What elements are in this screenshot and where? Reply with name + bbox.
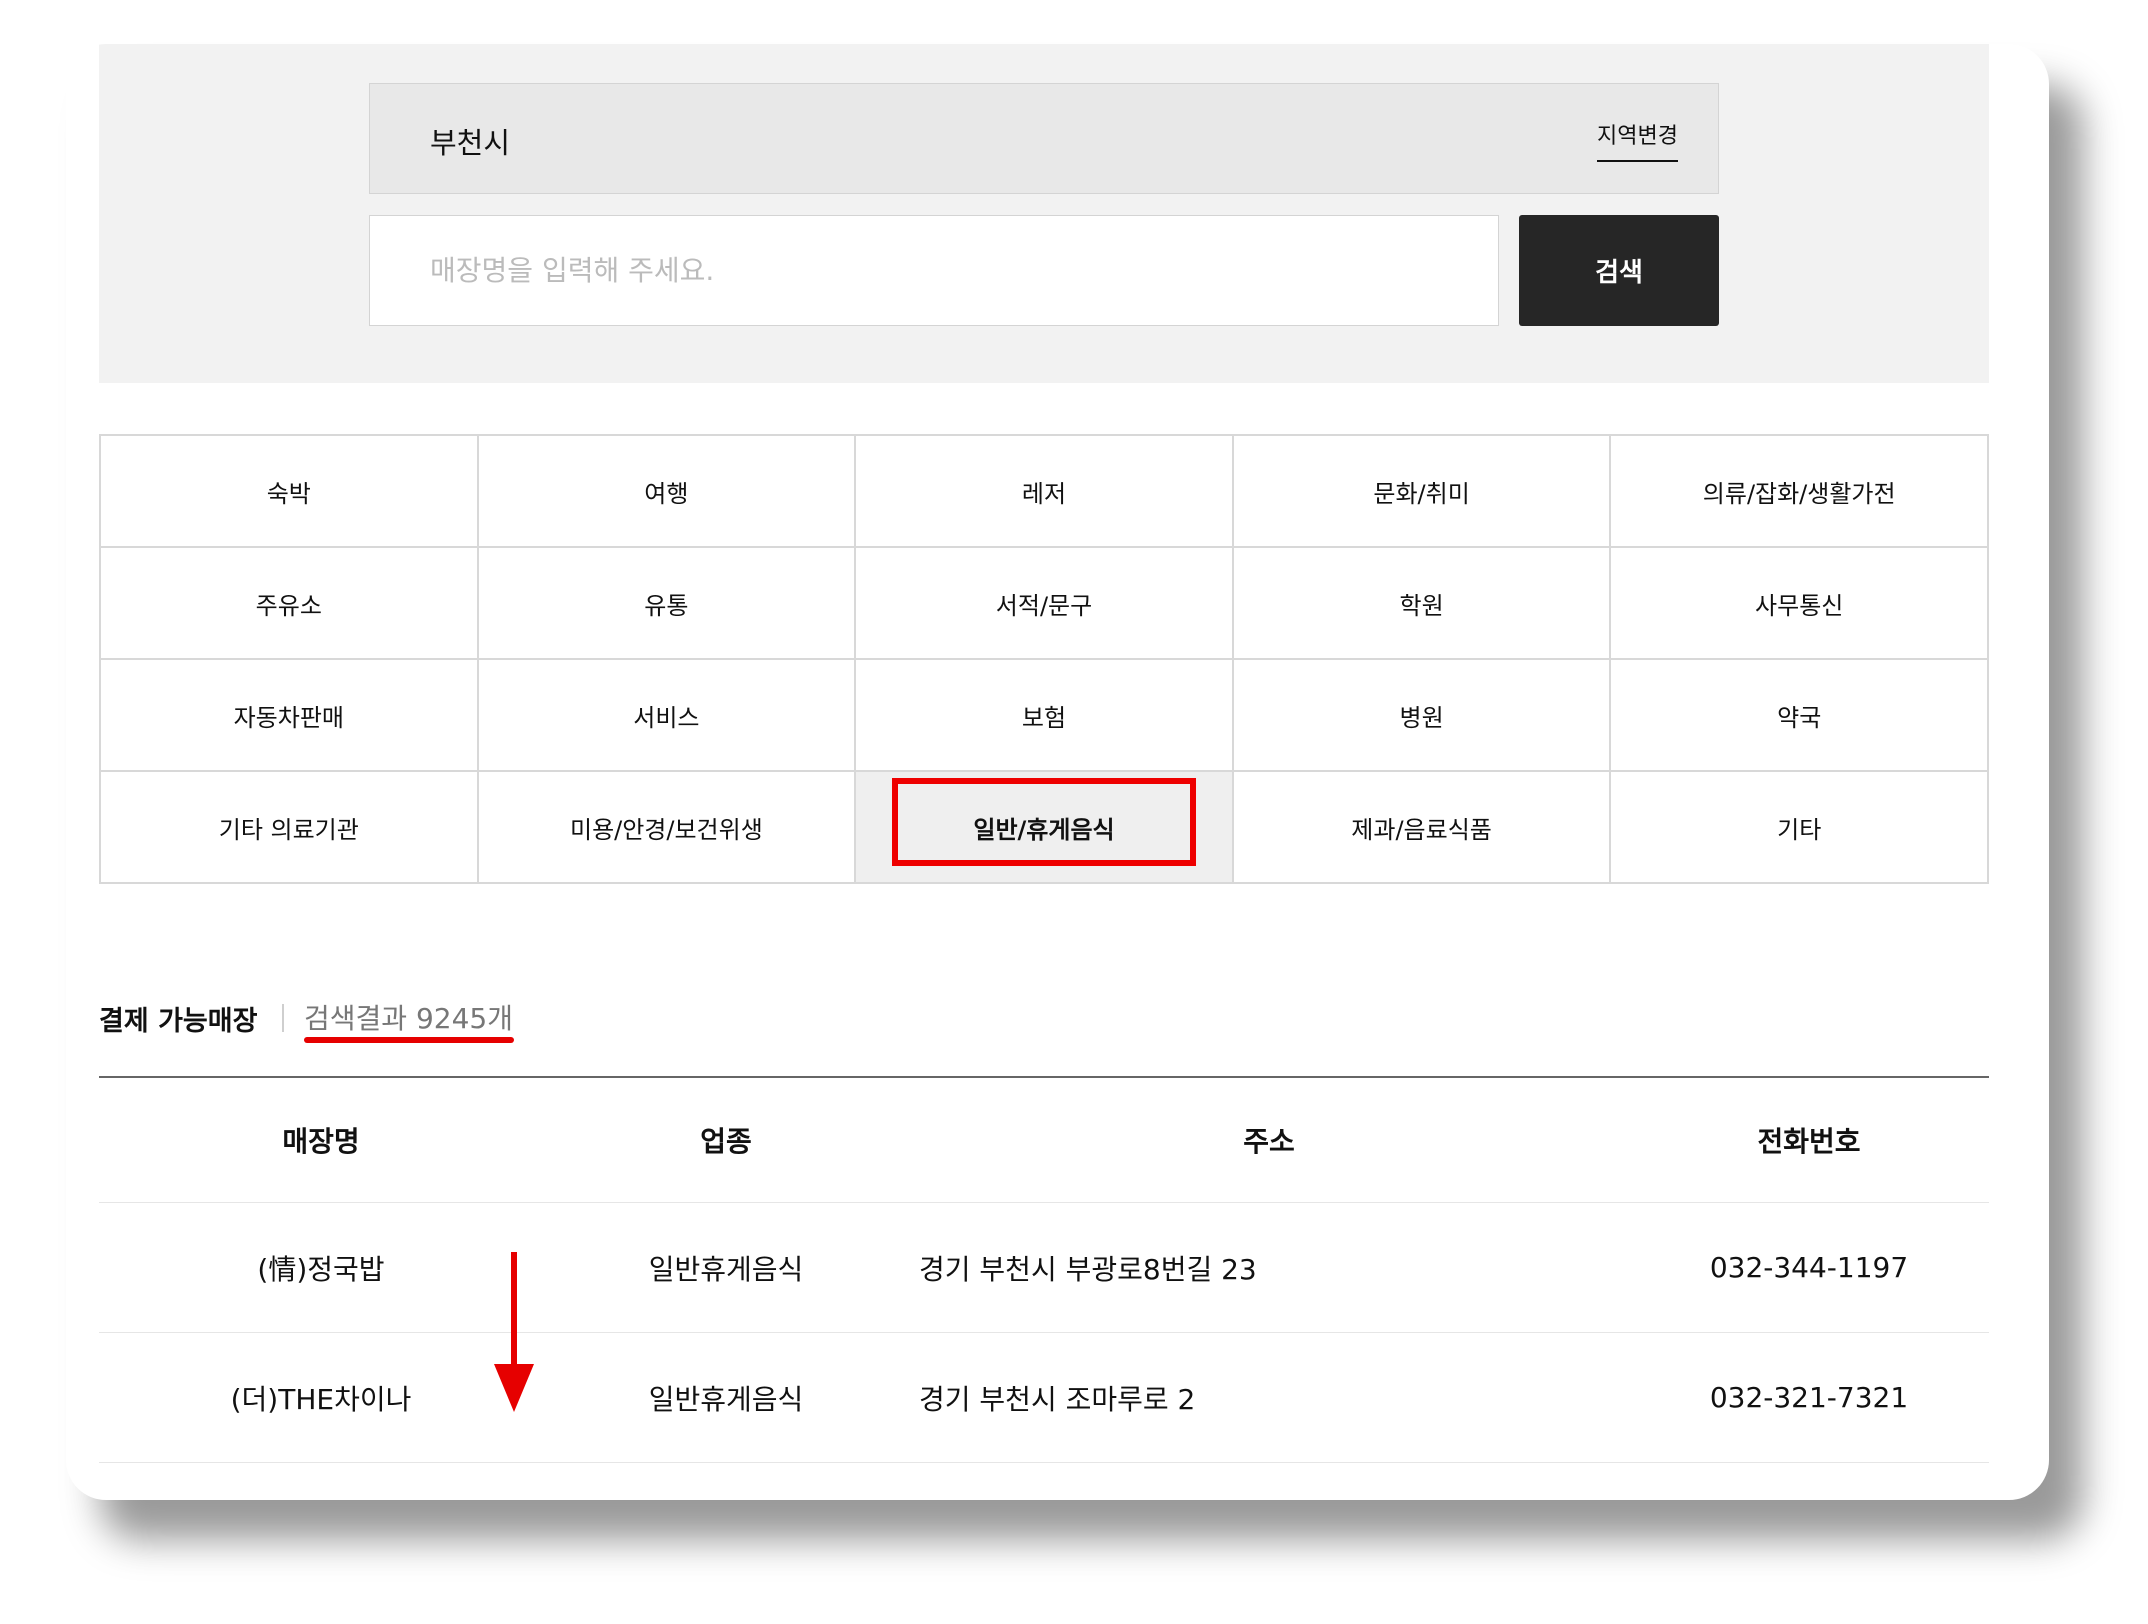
category-cell[interactable]: 학원 [1233, 548, 1612, 660]
search-area: 부천시 지역변경 검색 [99, 44, 1989, 383]
header-address: 주소 [909, 1078, 1629, 1203]
cell-address: 경기 부천시 조마루로 2 [909, 1332, 1629, 1463]
category-label: 병원 [1399, 703, 1444, 732]
category-label: 서적/문구 [995, 591, 1093, 620]
category-cell[interactable]: 미용/안경/보건위생 [478, 772, 857, 884]
header-phone: 전화번호 [1629, 1078, 1989, 1203]
cell-address: 경기 부천시 부광로8번길 23 [909, 1202, 1629, 1333]
cell-business-type: 일반휴게음식 [543, 1332, 909, 1463]
category-label: 문화/취미 [1373, 479, 1470, 508]
category-cell[interactable]: 숙박 [101, 436, 479, 548]
results-title: 결제 가능매장 [99, 1006, 258, 1037]
category-cell[interactable]: 문화/취미 [1233, 436, 1612, 548]
category-cell[interactable]: 유통 [478, 548, 857, 660]
store-table: 매장명 업종 주소 전화번호 (情)정국밥 일반휴게음식 경기 부천시 부광로8… [99, 1078, 1989, 1463]
region-name: 부천시 [430, 126, 511, 160]
category-label: 일반/휴게음식 [973, 815, 1115, 844]
category-label: 보험 [1021, 703, 1067, 732]
category-label: 제과/음료식품 [1351, 815, 1492, 844]
category-cell[interactable]: 사무통신 [1611, 548, 1989, 660]
table-row[interactable]: (더)THE차이나 일반휴게음식 경기 부천시 조마루로 2 032-321-7… [99, 1332, 1989, 1463]
category-cell[interactable]: 제과/음료식품 [1233, 772, 1612, 884]
category-cell[interactable]: 약국 [1611, 660, 1989, 772]
header-store-name: 매장명 [99, 1078, 543, 1203]
category-cell[interactable]: 기타 [1611, 772, 1989, 884]
category-label: 기타 의료기관 [218, 815, 359, 844]
category-label: 미용/안경/보건위생 [569, 815, 763, 844]
category-label: 주유소 [255, 591, 322, 620]
cell-business-type: 일반휴게음식 [543, 1202, 909, 1333]
category-cell[interactable]: 병원 [1233, 660, 1612, 772]
header-business-type: 업종 [543, 1078, 909, 1203]
store-name-search-input[interactable] [369, 215, 1499, 326]
category-cell[interactable]: 여행 [478, 436, 857, 548]
region-change-link[interactable]: 지역변경 [1597, 118, 1678, 162]
count-underline-annotation [304, 1037, 514, 1043]
category-cell[interactable]: 보험 [856, 660, 1234, 772]
category-label: 유통 [644, 591, 689, 620]
category-label: 학원 [1399, 591, 1444, 620]
cell-store-name: (더)THE차이나 [99, 1332, 543, 1463]
category-cell-selected[interactable]: 일반/휴게음식 [856, 772, 1234, 884]
category-grid: 숙박 여행 레저 문화/취미 의류/잡화/생활가전 주유소 유통 서적/문구 학… [99, 434, 1989, 884]
category-label: 숙박 [266, 479, 311, 508]
category-cell[interactable]: 기타 의료기관 [101, 772, 479, 884]
category-label: 사무통신 [1755, 591, 1844, 620]
category-cell[interactable]: 주유소 [101, 548, 479, 660]
category-cell[interactable]: 레저 [856, 436, 1234, 548]
category-label: 여행 [644, 479, 689, 508]
category-label: 레저 [1021, 479, 1067, 508]
cell-phone: 032-321-7321 [1629, 1332, 1989, 1463]
category-cell[interactable]: 서비스 [478, 660, 857, 772]
cell-store-name: (情)정국밥 [99, 1202, 543, 1333]
results-count: 검색결과 9245개 [304, 1002, 513, 1035]
search-button[interactable]: 검색 [1519, 215, 1719, 326]
category-label: 자동차판매 [233, 703, 344, 732]
category-label: 약국 [1777, 703, 1822, 732]
region-bar: 부천시 지역변경 [369, 83, 1719, 194]
cell-phone: 032-344-1197 [1629, 1202, 1989, 1333]
category-cell[interactable]: 의류/잡화/생활가전 [1611, 436, 1989, 548]
category-cell[interactable]: 서적/문구 [856, 548, 1234, 660]
category-label: 서비스 [633, 703, 700, 732]
category-label: 기타 [1777, 815, 1822, 844]
category-cell[interactable]: 자동차판매 [101, 660, 479, 772]
category-label: 의류/잡화/생활가전 [1702, 479, 1896, 508]
table-row[interactable]: (情)정국밥 일반휴게음식 경기 부천시 부광로8번길 23 032-344-1… [99, 1202, 1989, 1333]
table-header-row: 매장명 업종 주소 전화번호 [99, 1078, 1989, 1203]
results-separator [282, 1004, 284, 1032]
store-search-card: 부천시 지역변경 검색 숙박 여행 레저 문화/취미 의류/잡화/생활가전 주유… [66, 44, 2049, 1500]
